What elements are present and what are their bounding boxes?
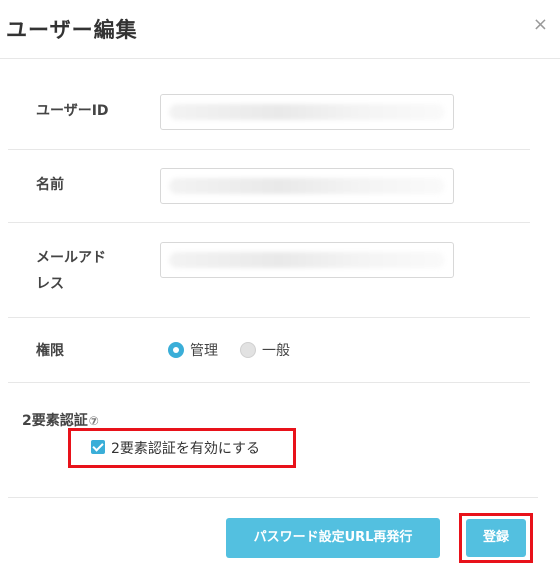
save-button[interactable]: 登録 (466, 519, 526, 557)
role-option-admin[interactable]: 管理 (168, 340, 218, 360)
name-row: 名前 (8, 150, 530, 223)
redacted-value (169, 104, 445, 120)
two-factor-checkbox-label[interactable]: 2要素認証を有効にする (111, 438, 260, 458)
email-label-line2: レス (36, 276, 64, 292)
question-circle-icon[interactable]: ⑦ (89, 414, 99, 428)
two-factor-highlight: 2要素認証を有効にする (68, 428, 296, 468)
role-option-label: 管理 (190, 343, 218, 359)
footer-divider (8, 497, 538, 498)
email-label: メールアド レス (36, 245, 106, 297)
radio-unselected-icon (240, 342, 256, 358)
email-label-line1: メールアド (36, 250, 106, 266)
user-id-input[interactable] (160, 94, 454, 130)
role-option-label: 一般 (262, 343, 290, 359)
radio-selected-icon (168, 342, 184, 358)
two-factor-title-text: 2要素認証 (22, 413, 88, 429)
user-id-row: ユーザーID (8, 76, 530, 150)
close-icon[interactable]: × (533, 14, 548, 35)
reissue-password-url-button[interactable]: パスワード設定URL再発行 (226, 518, 440, 558)
role-label: 権限 (36, 343, 64, 359)
role-radio-group: 管理 一般 (168, 318, 290, 382)
two-factor-checkbox[interactable] (91, 440, 105, 454)
email-input[interactable] (160, 242, 454, 278)
email-row: メールアド レス (8, 223, 530, 318)
name-label: 名前 (36, 177, 64, 193)
dialog-title: ユーザー編集 (6, 18, 138, 42)
user-id-label: ユーザーID (36, 103, 109, 119)
redacted-value (169, 252, 445, 268)
two-factor-title: 2要素認証⑦ (22, 410, 99, 430)
dialog-header: ユーザー編集 × (0, 0, 560, 59)
redacted-value (169, 178, 445, 194)
role-option-general[interactable]: 一般 (240, 340, 290, 360)
name-input[interactable] (160, 168, 454, 204)
role-row: 権限 管理 一般 (8, 318, 530, 383)
